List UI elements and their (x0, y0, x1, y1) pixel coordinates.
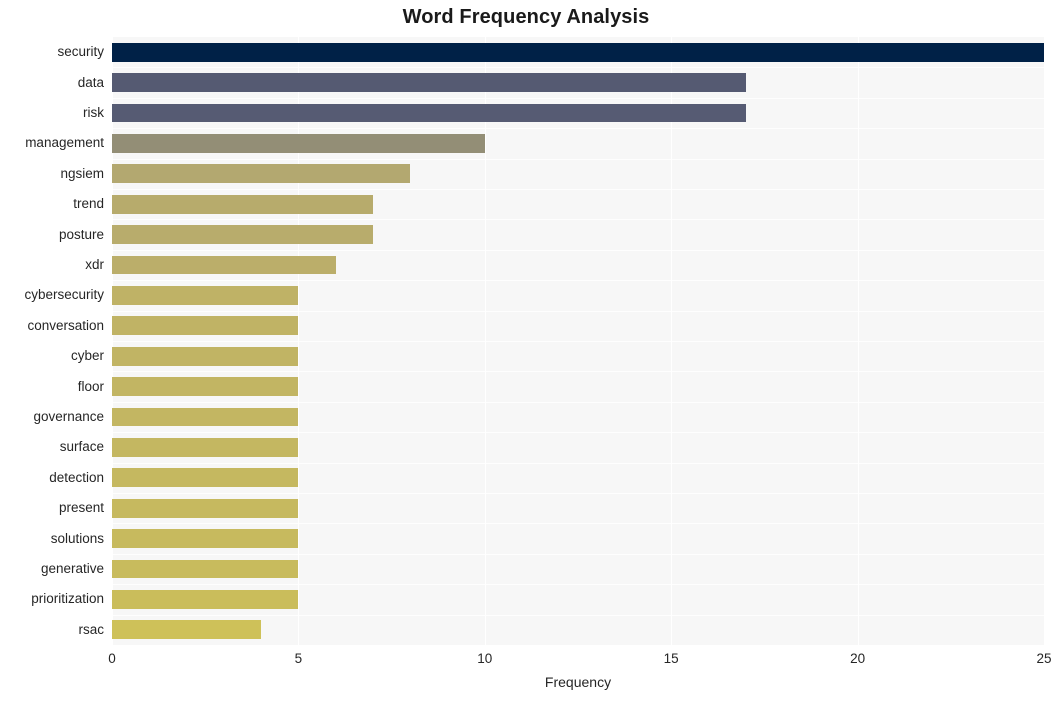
bar-cyber[interactable] (112, 346, 299, 366)
gridline-y (112, 432, 1044, 433)
y-tick-label-posture: posture (58, 226, 104, 242)
y-tick-label-management: management (25, 135, 104, 151)
x-tick-label: 15 (663, 651, 679, 666)
bar-security[interactable] (112, 42, 1044, 62)
y-tick-label-trend: trend (73, 196, 104, 212)
bar-row (112, 437, 1044, 457)
gridline-x-15 (671, 37, 673, 645)
bar-row (112, 285, 1044, 305)
bar-row (112, 468, 1044, 488)
bar-row (112, 194, 1044, 214)
y-tick-label-cyber: cyber (70, 348, 104, 364)
y-tick-label-risk: risk (83, 105, 104, 120)
bar-detection[interactable] (112, 468, 299, 488)
bar-data[interactable] (112, 73, 746, 93)
gridline-y (112, 311, 1044, 312)
bar-row (112, 620, 1044, 640)
gridline-x-20 (857, 37, 859, 645)
bar-cybersecurity[interactable] (112, 285, 299, 305)
gridline-y (112, 371, 1044, 372)
bar-rsac[interactable] (112, 620, 262, 640)
bar-management[interactable] (112, 133, 485, 153)
gridline-y (112, 341, 1044, 342)
bar-row (112, 225, 1044, 245)
chart-figure: Word Frequency Analysis security data risk… (0, 0, 1052, 701)
bar-row (112, 346, 1044, 366)
bar-row (112, 559, 1044, 579)
x-axis-title: Frequency (544, 674, 612, 690)
bar-generative[interactable] (112, 559, 299, 579)
gridline-y (112, 67, 1044, 68)
gridline-y (112, 584, 1044, 585)
bar-governance[interactable] (112, 407, 299, 427)
y-tick-label-present: present (58, 500, 104, 516)
bar-surface[interactable] (112, 437, 299, 457)
gridline-x-5 (298, 37, 300, 645)
gridline-y (112, 280, 1044, 281)
bar-prioritization[interactable] (112, 589, 299, 609)
x-tick-label: 10 (477, 651, 493, 666)
x-tick-label: 5 (294, 651, 303, 666)
y-tick-label-ngsiem: ngsiem (60, 165, 104, 181)
bar-present[interactable] (112, 498, 299, 518)
y-tick-label-conversation: conversation (27, 317, 104, 333)
gridline-y (112, 128, 1044, 129)
gridline-y (112, 493, 1044, 494)
bar-row (112, 529, 1044, 549)
bar-posture[interactable] (112, 225, 373, 245)
x-tick-label: 0 (108, 651, 116, 666)
bar-risk[interactable] (112, 103, 746, 123)
bar-row (112, 103, 1044, 123)
gridline-y (112, 463, 1044, 464)
gridline-y (112, 189, 1044, 190)
gridline-y (112, 402, 1044, 403)
gridline-y (112, 219, 1044, 220)
y-tick-label-data: data (77, 74, 104, 90)
x-axis-tick-labels: 0 5 10 15 20 25 (108, 645, 1051, 675)
bar-row (112, 133, 1044, 153)
bar-floor[interactable] (112, 377, 299, 397)
y-tick-label-prioritization: prioritization (31, 591, 104, 607)
y-tick-label-generative: generative (40, 561, 104, 576)
y-tick-label-governance: governance (33, 409, 104, 424)
x-tick-label: 25 (1036, 651, 1052, 666)
y-tick-label-surface: surface (59, 439, 104, 455)
gridline-y (112, 554, 1044, 555)
y-tick-label-xdr: xdr (85, 257, 104, 272)
bar-solutions[interactable] (112, 529, 299, 549)
bar-trend[interactable] (112, 194, 373, 214)
x-tick-label: 20 (850, 651, 866, 666)
bar-row (112, 164, 1044, 184)
y-tick-label-floor: floor (77, 378, 104, 394)
bar-row (112, 377, 1044, 397)
gridline-y (112, 98, 1044, 99)
y-tick-label-cybersecurity: cybersecurity (24, 287, 104, 303)
plot-area (112, 37, 1044, 645)
gridline-y (112, 523, 1044, 524)
bar-row (112, 589, 1044, 609)
bar-conversation[interactable] (112, 316, 299, 336)
gridline-y (112, 250, 1044, 251)
bar-row (112, 255, 1044, 275)
chart-title: Word Frequency Analysis (402, 6, 650, 28)
bar-row (112, 42, 1044, 62)
bar-row (112, 73, 1044, 93)
gridline-y (112, 159, 1044, 160)
y-axis-tick-labels: security data risk management ngsiem trend pos… (0, 37, 104, 645)
gridline-x-10 (484, 37, 486, 645)
bar-ngsiem[interactable] (112, 164, 411, 184)
y-tick-label-solutions: solutions (50, 530, 104, 546)
bar-row (112, 407, 1044, 427)
y-tick-label-security: security (57, 44, 104, 60)
y-tick-label-detection: detection (49, 469, 104, 485)
bar-xdr[interactable] (112, 255, 336, 275)
gridline-x-0 (112, 37, 113, 645)
y-tick-label-rsac: rsac (78, 621, 104, 637)
gridline-y (112, 615, 1044, 616)
bar-row (112, 498, 1044, 518)
bar-row (112, 316, 1044, 336)
